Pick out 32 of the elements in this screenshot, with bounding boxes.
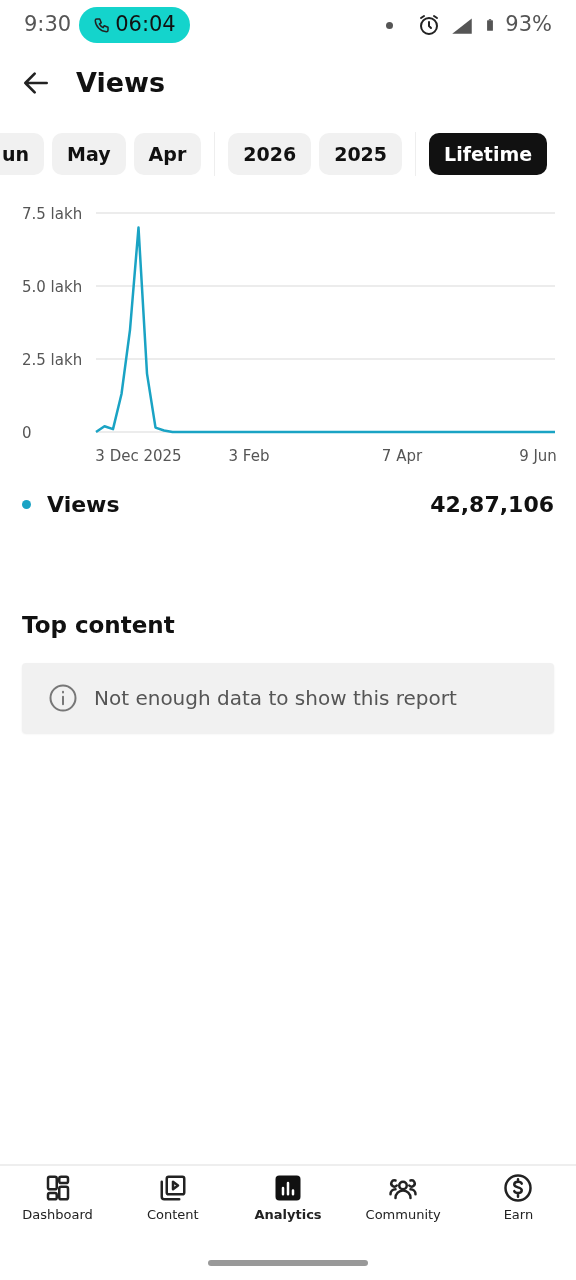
- info-icon: [48, 682, 78, 713]
- nav-tab[interactable]: Analytics: [230, 1172, 346, 1260]
- filter-chip[interactable]: 2025: [319, 132, 403, 176]
- x-axis-label: 3 Feb: [228, 447, 270, 465]
- filter-chip[interactable]: 2026: [228, 132, 312, 176]
- section-title: Top content: [22, 611, 176, 640]
- nav-tab[interactable]: Content: [115, 1172, 231, 1260]
- x-axis-label: 7 Apr: [381, 447, 423, 465]
- call-timer[interactable]: 06:04: [79, 7, 190, 43]
- x-axis-label: 3 Dec 2025: [95, 447, 182, 465]
- y-axis-label: 5.0 lakh: [22, 278, 83, 296]
- legend-label: Views: [47, 490, 121, 519]
- nav-tab[interactable]: Earn: [460, 1172, 576, 1260]
- y-axis-label: 0: [22, 424, 32, 442]
- battery-level: 93%: [505, 11, 552, 39]
- nav-tab[interactable]: Community: [345, 1172, 461, 1260]
- dollar-icon: [503, 1173, 534, 1203]
- y-axis-label: 7.5 lakh: [22, 205, 83, 223]
- nav-tab[interactable]: Dashboard: [0, 1172, 116, 1260]
- notification-dot-icon: [386, 21, 394, 29]
- y-axis-label: 2.5 lakh: [22, 351, 83, 369]
- filter-chip[interactable]: Lifetime: [429, 132, 548, 176]
- page-title: Views: [76, 66, 165, 100]
- views-total: 42,87,106: [430, 490, 554, 519]
- filter-chip[interactable]: Apr: [133, 132, 202, 176]
- filter-chip[interactable]: un: [0, 132, 45, 176]
- clock-time: 9:30: [24, 11, 72, 39]
- info-message: Not enough data to show this report: [94, 684, 457, 712]
- bar-chart-icon: [273, 1173, 303, 1203]
- x-axis-label: 9 Jun: [519, 447, 557, 465]
- phone-icon: [93, 16, 112, 34]
- filter-chip[interactable]: May: [52, 132, 126, 176]
